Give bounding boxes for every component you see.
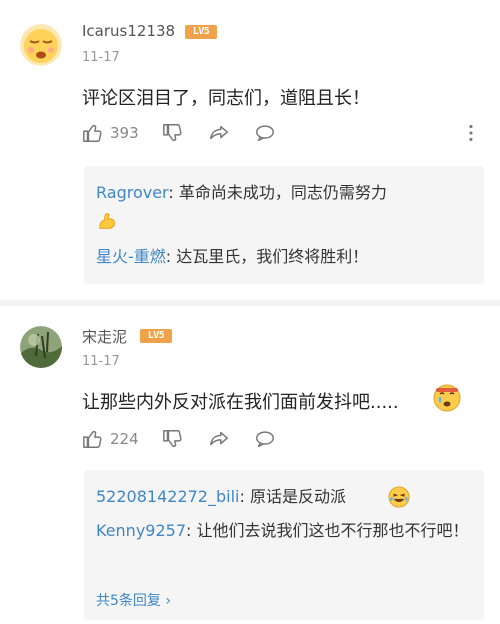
- like-count: 393: [110, 124, 139, 142]
- reply-author[interactable]: 52208142272_bili: [96, 487, 239, 506]
- reply-preview: 52208142272_bili: 原话是反动派 Kenny9257: 让他们去…: [84, 470, 484, 620]
- reply-author[interactable]: Ragrover: [96, 183, 168, 202]
- reply-icon: [256, 125, 274, 142]
- laughing-emoji: [388, 486, 410, 512]
- reply-item[interactable]: Ragrover: 革命尚未成功，同志仍需努力: [96, 178, 476, 208]
- reply-author[interactable]: Kenny9257: [96, 521, 186, 540]
- more-button[interactable]: [460, 121, 482, 145]
- level-badge: LV5: [185, 25, 217, 39]
- like-count: 224: [110, 430, 139, 448]
- level-badge: LV5: [140, 329, 172, 343]
- username[interactable]: Icarus12138: [82, 22, 175, 40]
- reply-item[interactable]: Kenny9257: 让他们去说我们这也不行那也不行吧！: [96, 516, 476, 546]
- reply-text: 原话是反动派: [249, 487, 346, 506]
- reply-text: 让他们去说我们这也不行那也不行吧！: [196, 521, 469, 540]
- comment-date: 11-17: [82, 50, 120, 65]
- thumb-up-icon: [83, 430, 102, 448]
- comment-separator: [0, 300, 500, 306]
- reply-item[interactable]: 星火-重燃: 达瓦里氏，我们终将胜利！: [96, 242, 476, 272]
- reply-button[interactable]: [254, 427, 276, 451]
- share-button[interactable]: [208, 427, 230, 451]
- reply-icon: [256, 431, 274, 448]
- like-button[interactable]: 224: [82, 427, 139, 451]
- share-icon: [210, 125, 228, 140]
- more-icon: [469, 125, 473, 141]
- comment-text: 让那些内外反对派在我们面前发抖吧.....: [82, 392, 399, 413]
- dislike-button[interactable]: [162, 427, 184, 451]
- thumb-down-icon: [163, 430, 182, 448]
- comment-actions: 224: [82, 427, 477, 451]
- comment-actions: 393: [82, 121, 477, 145]
- username[interactable]: 宋走泥: [82, 326, 127, 347]
- comment-date: 11-17: [82, 354, 120, 369]
- tearful-emoji: [433, 384, 461, 416]
- dislike-button[interactable]: [162, 121, 184, 145]
- reply-text: 达瓦里氏，我们终将胜利！: [176, 247, 369, 266]
- reply-text: 革命尚未成功，同志仍需努力: [178, 183, 387, 202]
- share-icon: [210, 431, 228, 446]
- reply-author[interactable]: 星火-重燃: [96, 247, 166, 266]
- share-button[interactable]: [208, 121, 230, 145]
- comment-text: 评论区泪目了，同志们，道阻且长！: [82, 88, 370, 109]
- avatar[interactable]: [20, 24, 62, 66]
- like-button[interactable]: 393: [82, 121, 139, 145]
- thumb-up-icon: [83, 124, 102, 142]
- flexed-biceps-emoji: [96, 210, 118, 236]
- avatar[interactable]: [20, 326, 62, 368]
- reply-button[interactable]: [254, 121, 276, 145]
- reply-item[interactable]: 52208142272_bili: 原话是反动派: [96, 482, 476, 512]
- reply-preview: Ragrover: 革命尚未成功，同志仍需努力 星火-重燃: 达瓦里氏，我们终将…: [84, 166, 484, 284]
- more-replies-link[interactable]: 共5条回复 ›: [96, 590, 171, 610]
- thumb-down-icon: [163, 124, 182, 142]
